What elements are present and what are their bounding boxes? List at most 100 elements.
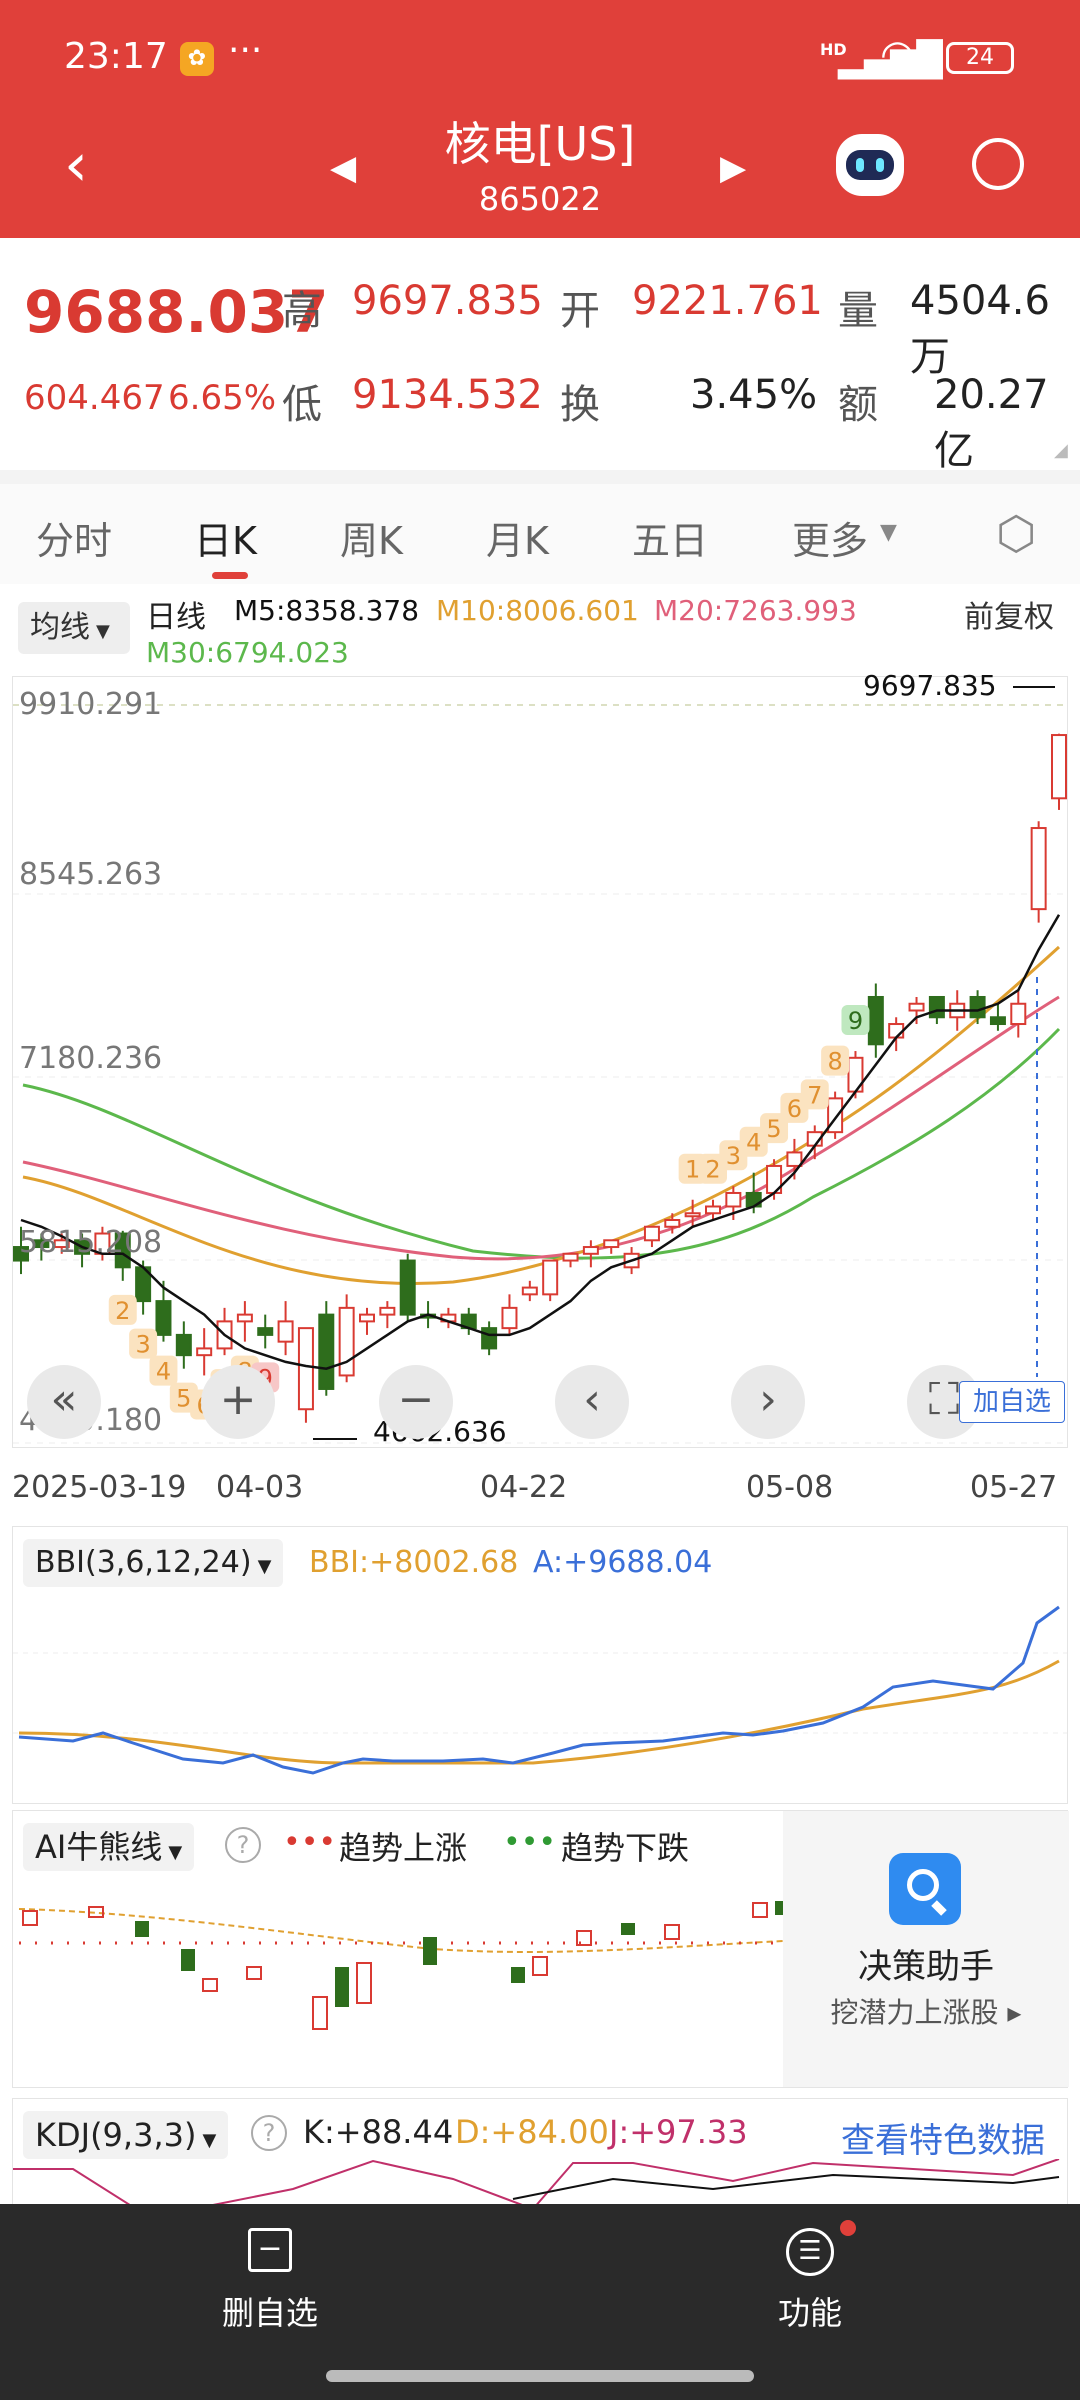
price-change-pct: 6.65% (168, 378, 277, 418)
candle-body (1030, 827, 1047, 911)
ai-chart (18, 1901, 783, 2030)
ai-candle (621, 1923, 635, 1935)
kdj-chart (13, 2159, 1060, 2209)
prev-stock-icon[interactable]: ◀ (330, 148, 356, 188)
assistant-title: 决策助手 (858, 1947, 994, 1987)
y-label: 5815.208 (19, 1225, 163, 1260)
next-stock-icon[interactable]: ▶ (720, 148, 746, 188)
assistant-subtitle: 挖潜力上涨股 ▸ (830, 1996, 1022, 2029)
kline-chart-panel[interactable]: 23456789123456789 9910.291 8545.263 7180… (12, 669, 1068, 1448)
k-line (512, 2173, 1060, 2200)
feature-data-link[interactable]: 查看特色数据 (841, 2113, 1045, 2162)
td-count-text: 3 (135, 1331, 150, 1359)
candle-body (399, 1259, 416, 1316)
kdj-label: KDJ(9,3,3) (35, 2116, 197, 2154)
candles-group: 23456789123456789 (13, 733, 1067, 1423)
back-arrow-icon[interactable]: ‹ (64, 130, 88, 200)
ma30-line (22, 1027, 1061, 1260)
ai-candle (532, 1956, 548, 1976)
ai-candle (752, 1902, 768, 1918)
chevron-down-icon: ▼ (202, 2130, 217, 2151)
tab-daily-k[interactable]: 日K (194, 510, 257, 565)
td-count-text: 5 (176, 1385, 191, 1413)
chevron-down-icon: ▼ (96, 621, 110, 642)
k-value: K:+88.44 (303, 2113, 454, 2151)
td-count-text: 4 (746, 1129, 761, 1157)
td-count-text: 6 (787, 1095, 802, 1123)
ai-trend-line (18, 1908, 783, 1953)
x-label: 04-22 (480, 1470, 568, 1505)
uptrend-dots: ••• (283, 1825, 337, 1860)
jump-start-button[interactable]: « (27, 1365, 101, 1439)
high-marker-label: 9697.835 (863, 669, 997, 702)
tab-weekly-k[interactable]: 周K (340, 510, 403, 565)
volume-label: 量 (838, 288, 878, 334)
downtrend-dots: ••• (503, 1825, 557, 1860)
search-icon[interactable] (972, 138, 1024, 190)
y-label: 7180.236 (19, 1041, 163, 1076)
candle-body (521, 1286, 538, 1296)
home-indicator (326, 2370, 754, 2382)
robot-assistant-icon[interactable] (836, 134, 904, 196)
status-time: 23:17 (64, 36, 168, 77)
x-label: 05-27 (970, 1470, 1058, 1505)
open-label: 开 (560, 288, 600, 334)
zoom-in-button[interactable]: + (201, 1365, 275, 1439)
ai-candle (664, 1924, 680, 1940)
chevron-down-icon: ▼ (257, 1556, 272, 1577)
more-dropdown-icon[interactable]: ▼ (880, 520, 897, 545)
j-value: J:+97.33 (609, 2113, 748, 2151)
ma10-line (22, 945, 1061, 1285)
candle-body (908, 1002, 925, 1012)
scroll-left-button[interactable]: ‹ (555, 1365, 629, 1439)
decision-assistant-card[interactable]: 决策助手 挖潜力上涨股 ▸ (783, 1811, 1069, 2087)
d-value: D:+84.00 (455, 2113, 609, 2151)
zoom-out-button[interactable]: − (379, 1365, 453, 1439)
more-notifications-icon: ··· (228, 30, 263, 71)
tab-five-day[interactable]: 五日 (632, 510, 708, 565)
stock-code: 865022 (478, 180, 602, 218)
tab-more[interactable]: 更多 (792, 510, 868, 565)
legend-down: 趋势下跌 (561, 1829, 690, 1867)
candle-body (705, 1205, 721, 1215)
candle-body (684, 1212, 701, 1218)
candle-body (786, 1151, 803, 1167)
ai-candle (246, 1966, 262, 1980)
ma-selector-label: 均线 (30, 610, 90, 645)
function-label: 功能 (777, 2294, 842, 2332)
bbi-panel: BBI(3,6,12,24) ▼ BBI:+8002.68 A:+9688.04 (12, 1526, 1068, 1804)
candle-body (1010, 1002, 1027, 1026)
candle-body (318, 1313, 335, 1390)
kdj-selector[interactable]: KDJ(9,3,3) ▼ (23, 2111, 229, 2159)
candle-body (359, 1313, 375, 1323)
ma30-value: M30:6794.023 (146, 636, 349, 669)
ai-selector[interactable]: AI牛熊线 ▼ (23, 1823, 195, 1871)
bbi-chart (13, 1605, 1067, 1775)
ai-candle (335, 1967, 349, 2007)
remove-watchlist-button[interactable]: − 删自选 (200, 2228, 340, 2338)
scroll-right-button[interactable]: › (731, 1365, 805, 1439)
bbi-selector[interactable]: BBI(3,6,12,24) ▼ (23, 1539, 284, 1587)
a-line (18, 1605, 1060, 1775)
candle-body (888, 1023, 905, 1039)
stock-title: 核电[US] (444, 117, 636, 171)
adjust-mode[interactable]: 前复权 (964, 592, 1054, 636)
app-notification-icon: ✿ (180, 42, 214, 76)
help-icon[interactable]: ? (251, 2115, 287, 2151)
tab-intraday[interactable]: 分时 (36, 510, 112, 565)
candle-body (867, 995, 884, 1046)
add-watchlist-button[interactable]: 加自选 (959, 1381, 1065, 1423)
candle-body (196, 1347, 213, 1357)
settings-hex-icon[interactable]: ⬡ (996, 506, 1036, 560)
tab-monthly-k[interactable]: 月K (486, 510, 549, 565)
function-button[interactable]: ☰ 功能 (740, 2220, 880, 2338)
ma-selector[interactable]: 均线 ▼ (18, 602, 130, 654)
help-icon[interactable]: ? (225, 1827, 261, 1863)
bbi-label: BBI(3,6,12,24) (35, 1545, 252, 1580)
expand-corner-icon[interactable]: ◢ (1054, 440, 1068, 461)
candle-body (236, 1313, 253, 1323)
ai-candle (22, 1910, 38, 1926)
quote-panel: 9688.037 604.467 6.65% 高 9697.835 开 9221… (0, 238, 1080, 474)
td-count-text: 2 (705, 1156, 720, 1184)
legend-up: 趋势上涨 (339, 1829, 468, 1867)
